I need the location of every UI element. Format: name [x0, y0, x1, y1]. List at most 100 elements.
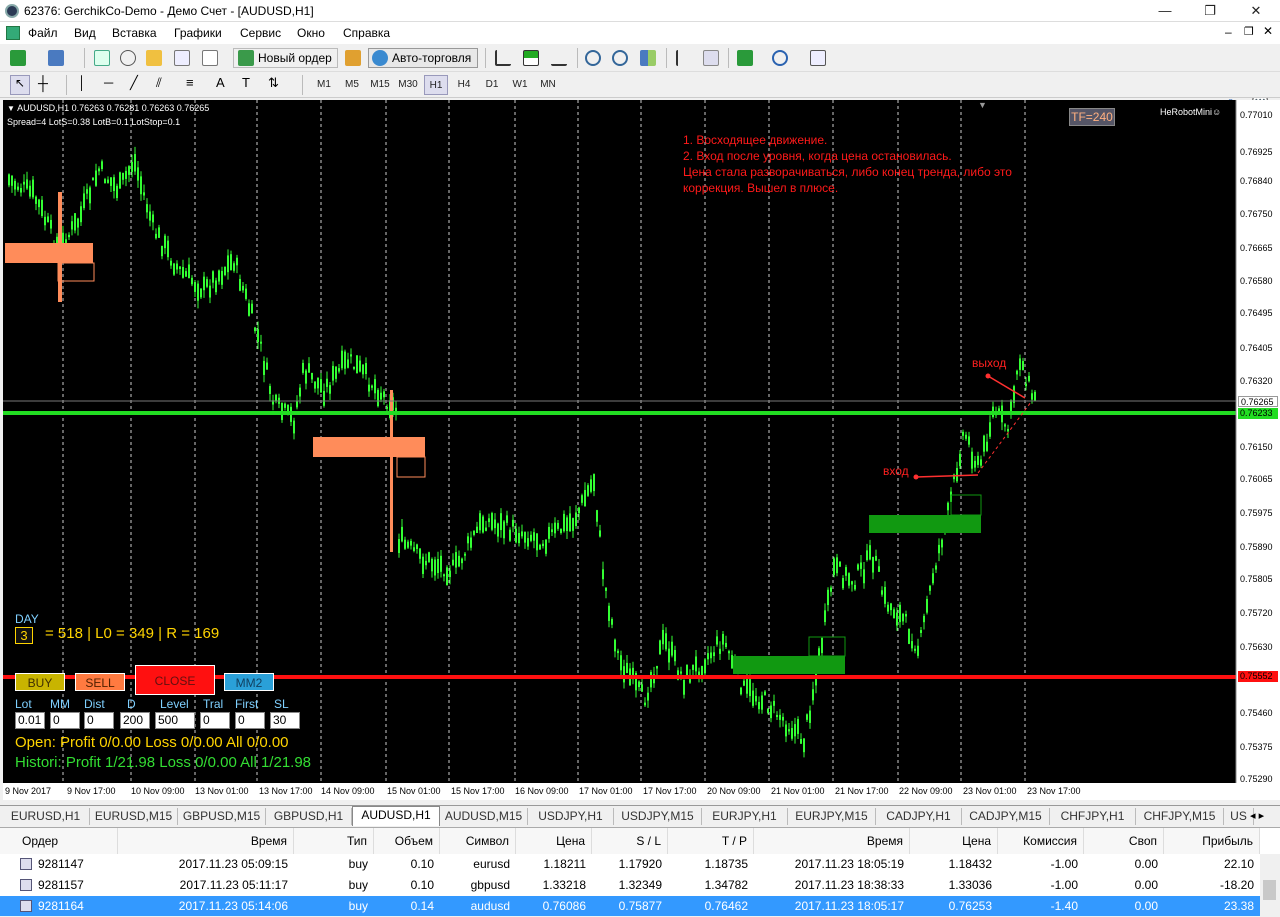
- first-input[interactable]: 0: [235, 712, 265, 729]
- mdi-minimize-icon[interactable]: –: [1225, 25, 1232, 39]
- bar-chart-icon[interactable]: [495, 50, 511, 66]
- chart-shift-icon[interactable]: [676, 50, 692, 66]
- d-input[interactable]: 200: [120, 712, 150, 729]
- column-header[interactable]: Прибыль: [1164, 828, 1260, 854]
- level-input[interactable]: 500: [155, 712, 195, 729]
- column-header[interactable]: S / L: [592, 828, 668, 854]
- chart-tab[interactable]: USDJPY,H1: [528, 808, 614, 825]
- scroll-thumb[interactable]: [1263, 880, 1276, 900]
- navigator-icon[interactable]: [120, 50, 136, 66]
- metaeditor-icon[interactable]: [345, 50, 361, 66]
- new-chart-icon[interactable]: [10, 50, 26, 66]
- column-header[interactable]: Объем: [374, 828, 440, 854]
- column-header[interactable]: Время: [754, 828, 910, 854]
- chart-tab[interactable]: CADJPY,H1: [876, 808, 962, 825]
- column-header[interactable]: T / P: [668, 828, 754, 854]
- column-header[interactable]: Ордер: [0, 828, 118, 854]
- tf-m15[interactable]: M15: [368, 75, 392, 95]
- menu-window[interactable]: Окно: [297, 26, 325, 40]
- chart-tab[interactable]: GBPUSD,M15: [178, 808, 266, 825]
- column-header[interactable]: Комиссия: [998, 828, 1084, 854]
- trendline-icon[interactable]: ╱: [130, 75, 138, 91]
- chart-shift-marker[interactable]: ▼: [978, 100, 987, 110]
- terminal-icon[interactable]: [174, 50, 190, 66]
- arrows-icon[interactable]: ⇅: [268, 75, 279, 91]
- column-header[interactable]: Цена: [910, 828, 998, 854]
- channel-icon[interactable]: ⫽: [156, 75, 162, 91]
- candlestick-icon[interactable]: [523, 50, 539, 66]
- indicators-icon[interactable]: [737, 50, 753, 66]
- text-icon[interactable]: A: [216, 75, 225, 90]
- chart-tab[interactable]: CHFJPY,M15: [1136, 808, 1224, 825]
- tf-m1[interactable]: M1: [312, 75, 336, 95]
- chart-tab[interactable]: EURUSD,M15: [90, 808, 178, 825]
- menu-charts[interactable]: Графики: [174, 26, 222, 40]
- favorites-icon[interactable]: [146, 50, 162, 66]
- column-header[interactable]: Время: [118, 828, 294, 854]
- tral-input[interactable]: 0: [200, 712, 230, 729]
- tf-mn[interactable]: MN: [536, 75, 560, 95]
- zoom-out-icon[interactable]: [612, 50, 628, 66]
- crosshair-icon[interactable]: ┼: [38, 75, 48, 91]
- close-all-button[interactable]: CLOSE: [135, 665, 215, 695]
- chart-tab[interactable]: AUDUSD,M15: [440, 808, 528, 825]
- lot-input[interactable]: 0.01: [15, 712, 45, 729]
- buy-button[interactable]: BUY: [15, 673, 65, 691]
- profiles-icon[interactable]: [48, 50, 64, 66]
- autotrading-button[interactable]: Авто-торговля: [368, 48, 478, 68]
- line-chart-icon[interactable]: [551, 50, 567, 66]
- column-header[interactable]: Символ: [440, 828, 516, 854]
- chart-tab[interactable]: USDJPY,M15: [614, 808, 702, 825]
- mm-button[interactable]: MM2: [224, 673, 274, 691]
- menu-view[interactable]: Вид: [74, 26, 96, 40]
- tester-icon[interactable]: [202, 50, 218, 66]
- label-icon[interactable]: T: [242, 75, 250, 90]
- tab-scroll-icon[interactable]: ◂ ▸: [1250, 809, 1264, 822]
- mdi-close-icon[interactable]: ✕: [1263, 24, 1273, 38]
- menu-file[interactable]: Файл: [28, 26, 58, 40]
- chart-tab[interactable]: EURJPY,H1: [702, 808, 788, 825]
- menu-help[interactable]: Справка: [343, 26, 390, 40]
- tf-m30[interactable]: M30: [396, 75, 420, 95]
- new-order-button[interactable]: Новый ордер: [233, 48, 338, 68]
- price-chart[interactable]: ▼ AUDUSD,H1 0.76263 0.76281 0.76263 0.76…: [3, 100, 1280, 800]
- table-row[interactable]: 9281157 2017.11.23 05:11:17 buy 0.10 gbpusd 1…: [0, 875, 1260, 895]
- tf-w1[interactable]: W1: [508, 75, 532, 95]
- close-window-button[interactable]: ✕: [1236, 2, 1276, 20]
- tf-m5[interactable]: M5: [340, 75, 364, 95]
- day-field[interactable]: 3: [15, 627, 33, 644]
- sell-button[interactable]: SELL: [75, 673, 125, 691]
- column-header[interactable]: Цена: [516, 828, 592, 854]
- column-header[interactable]: Тип: [294, 828, 374, 854]
- zoom-in-icon[interactable]: [585, 50, 601, 66]
- fibonacci-icon[interactable]: ≡: [186, 75, 194, 90]
- menu-tools[interactable]: Сервис: [240, 26, 281, 40]
- chart-tab[interactable]: EURJPY,M15: [788, 808, 876, 825]
- table-row[interactable]: 9281147 2017.11.23 05:09:15 buy 0.10 eurusd 1…: [0, 854, 1260, 874]
- minimize-button[interactable]: —: [1145, 2, 1185, 20]
- column-header[interactable]: Своп: [1084, 828, 1164, 854]
- cursor-icon[interactable]: ↖: [10, 75, 30, 95]
- market-watch-icon[interactable]: [94, 50, 110, 66]
- chart-tab[interactable]: GBPUSD,H1: [266, 808, 352, 825]
- tile-windows-icon[interactable]: [640, 50, 656, 66]
- dist-input[interactable]: 0: [84, 712, 114, 729]
- horizontal-line-icon[interactable]: ─: [104, 75, 113, 90]
- mdi-restore-icon[interactable]: ❐: [1244, 25, 1254, 38]
- maximize-button[interactable]: ❐: [1190, 2, 1230, 20]
- chart-tab[interactable]: CADJPY,M15: [962, 808, 1050, 825]
- tf-h1[interactable]: H1: [424, 75, 448, 95]
- templates-icon[interactable]: [810, 50, 826, 66]
- tf-d1[interactable]: D1: [480, 75, 504, 95]
- periods-icon[interactable]: [772, 50, 788, 66]
- vertical-line-icon[interactable]: │: [78, 75, 86, 90]
- menu-insert[interactable]: Вставка: [112, 26, 157, 40]
- chart-tab[interactable]: AUDUSD,H1: [352, 806, 440, 826]
- chart-tab[interactable]: CHFJPY,H1: [1050, 808, 1136, 825]
- sl-input[interactable]: 30: [270, 712, 300, 729]
- terminal-scrollbar[interactable]: [1260, 854, 1280, 917]
- tf-h4[interactable]: H4: [452, 75, 476, 95]
- mm-input[interactable]: 0: [50, 712, 80, 729]
- chart-tab[interactable]: EURUSD,H1: [2, 808, 90, 825]
- table-row[interactable]: 9281164 2017.11.23 05:14:06 buy 0.14 audusd 0…: [0, 896, 1260, 916]
